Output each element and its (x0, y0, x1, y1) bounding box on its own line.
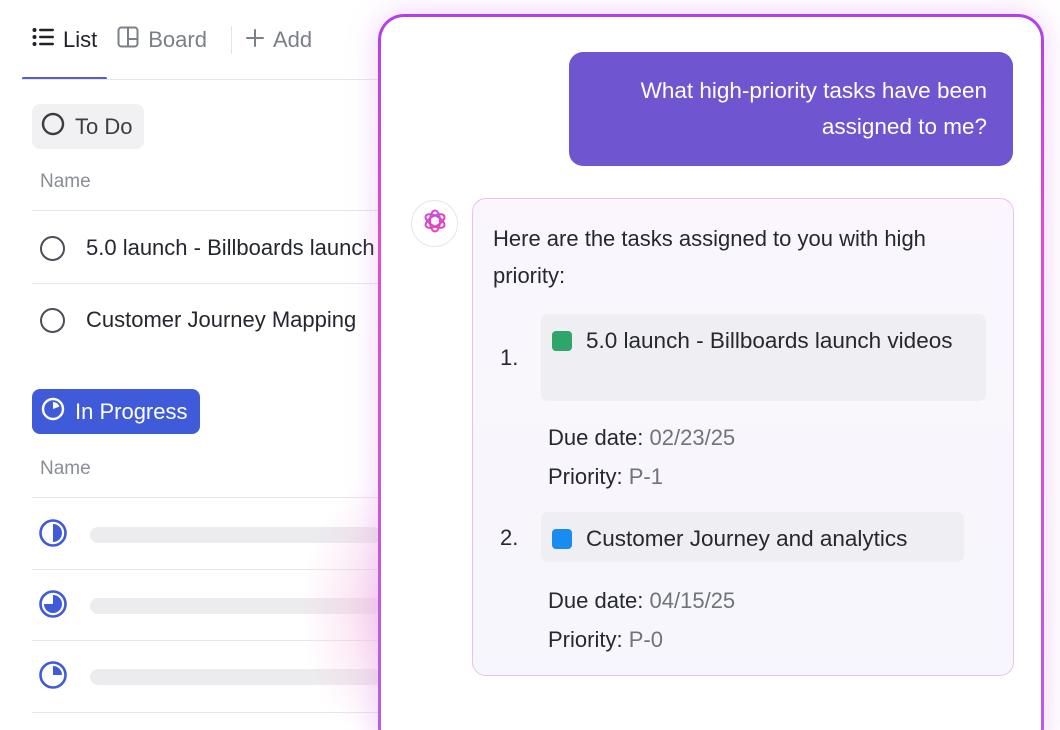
task-row[interactable]: 5.0 launch - Billboards launch videos (40, 228, 382, 268)
group-label-todo: To Do (75, 113, 133, 139)
due-date-label: Due date: (548, 588, 644, 613)
progress-quarter-icon[interactable] (38, 660, 68, 695)
list-icon (32, 27, 54, 53)
tab-board[interactable]: Board (107, 0, 217, 80)
column-header-name[interactable]: Name (40, 458, 91, 480)
chat-panel-body: What high-priority tasks have been assig… (381, 17, 1041, 730)
tab-board-label: Board (148, 27, 207, 52)
plus-icon (245, 27, 264, 53)
progress-three-quarter-icon[interactable] (38, 589, 68, 624)
column-header-name[interactable]: Name (40, 171, 91, 193)
ai-brain-icon (422, 208, 448, 239)
task-row[interactable]: Customer Journey Mapping (40, 300, 382, 340)
due-date: Due date: 02/23/25 (548, 425, 735, 451)
ai-response-bubble: Here are the tasks assigned to you with … (472, 198, 1014, 676)
task-chip[interactable]: Customer Journey and analytics (541, 512, 964, 562)
priority: Priority: P-0 (548, 627, 663, 653)
status-circle-icon[interactable] (40, 235, 65, 261)
result-index: 2. (500, 525, 519, 550)
progress-clock-icon (41, 397, 65, 427)
task-chip-title: Customer Journey and analytics (586, 526, 908, 551)
due-date-value: 02/23/25 (649, 425, 736, 450)
priority-label: Priority: (548, 464, 623, 489)
add-view-button[interactable]: Add (245, 0, 322, 80)
progress-half-icon[interactable] (38, 518, 68, 553)
board-icon (117, 26, 139, 54)
due-date-value: 04/15/25 (649, 588, 736, 613)
divider (32, 283, 382, 284)
user-message-text: What high-priority tasks have been assig… (640, 78, 987, 139)
ai-response-intro: Here are the tasks assigned to you with … (493, 226, 926, 288)
ai-avatar (411, 200, 458, 247)
circle-outline-icon (41, 112, 65, 142)
status-square-icon (552, 529, 572, 549)
due-date-label: Due date: (548, 425, 644, 450)
priority-label: Priority: (548, 627, 623, 652)
add-view-label: Add (272, 27, 313, 52)
task-name[interactable]: Customer Journey Mapping (86, 307, 356, 333)
tabs-divider-line (22, 79, 382, 80)
divider (32, 210, 382, 211)
task-name[interactable]: 5.0 launch - Billboards launch videos (86, 235, 382, 261)
priority-value: P-0 (628, 627, 663, 652)
status-circle-icon[interactable] (40, 307, 65, 333)
status-square-icon (552, 331, 572, 351)
due-date: Due date: 04/15/25 (548, 588, 735, 614)
tab-divider (230, 26, 232, 54)
priority-value: P-1 (628, 464, 663, 489)
result-index: 1. (500, 345, 519, 370)
group-badge-in-progress[interactable]: In Progress (32, 389, 200, 434)
ai-chat-panel: What high-priority tasks have been assig… (378, 14, 1044, 730)
priority: Priority: P-1 (548, 464, 663, 490)
task-chip-title: 5.0 launch - Billboards launch videos (586, 328, 953, 353)
tab-list-label: List (63, 27, 98, 52)
group-label-in-progress: In Progress (75, 398, 188, 424)
view-tabs: List Board Add (22, 0, 382, 80)
group-badge-todo[interactable]: To Do (32, 104, 145, 149)
user-message-bubble: What high-priority tasks have been assig… (569, 52, 1013, 166)
task-chip[interactable]: 5.0 launch - Billboards launch videos (541, 314, 986, 401)
tab-list[interactable]: List (22, 0, 108, 80)
